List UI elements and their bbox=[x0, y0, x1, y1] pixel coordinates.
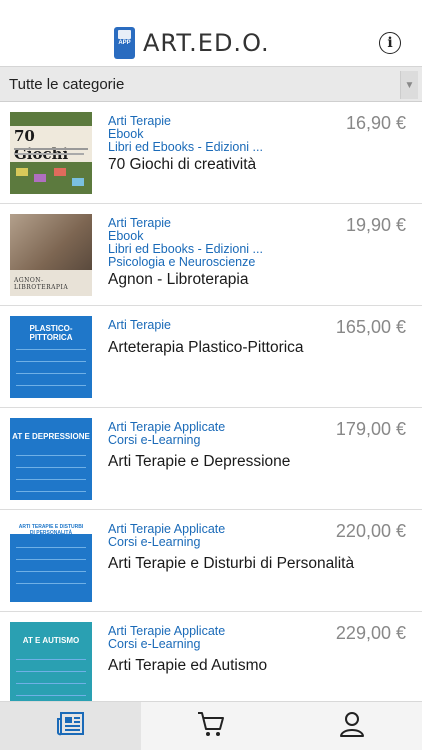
product-title: Arti Terapie e Disturbi di Personalità bbox=[108, 555, 355, 572]
product-thumbnail: AT E DEPRESSIONE bbox=[10, 418, 92, 500]
category-select[interactable]: Tutte le categorie ▼ bbox=[0, 66, 422, 102]
chevron-down-icon: ▼ bbox=[400, 71, 418, 99]
news-icon bbox=[56, 711, 86, 742]
product-categories: Arti Terapie Applicate Corsi e-Learning bbox=[108, 421, 328, 447]
product-title: Arti Terapie e Depressione bbox=[108, 453, 291, 470]
product-item[interactable]: AT E AUTISMO Arti Terapie Applicate Cors… bbox=[0, 612, 422, 714]
product-thumbnail: 70 Giochi bbox=[10, 112, 92, 194]
category-link[interactable]: Ebook bbox=[108, 128, 328, 141]
product-categories: Arti Terapie Applicate Corsi e-Learning bbox=[108, 625, 328, 651]
product-item[interactable]: AT E DEPRESSIONE Arti Terapie Applicate … bbox=[0, 408, 422, 510]
product-title: Agnon - Libroterapia bbox=[108, 271, 249, 288]
product-price: 229,00 € bbox=[335, 623, 406, 643]
product-thumbnail: AT E AUTISMO bbox=[10, 622, 92, 704]
product-thumbnail: ARTI TERAPIE E DISTURBI DI PERSONALITÀ bbox=[10, 520, 92, 602]
product-categories: Arti Terapie Ebook Libri ed Ebooks - Edi… bbox=[108, 217, 328, 269]
category-link[interactable]: Corsi e-Learning bbox=[108, 434, 328, 447]
info-icon[interactable]: i bbox=[379, 32, 401, 54]
category-link[interactable]: Arti Terapie Applicate bbox=[108, 421, 328, 434]
category-link[interactable]: Ebook bbox=[108, 230, 328, 243]
category-select-value: Tutte le categorie bbox=[9, 76, 125, 93]
product-thumbnail: AGNON-LIBROTERAPIA bbox=[10, 214, 92, 296]
product-categories: Arti Terapie bbox=[108, 319, 328, 332]
tab-news[interactable] bbox=[0, 702, 141, 750]
tab-account[interactable] bbox=[281, 702, 422, 750]
product-title: Arti Terapie ed Autismo bbox=[108, 657, 268, 674]
category-link[interactable]: Arti Terapie Applicate bbox=[108, 523, 328, 536]
product-price: 19,90 € bbox=[345, 215, 406, 235]
user-icon bbox=[338, 710, 366, 743]
product-item[interactable]: ARTI TERAPIE E DISTURBI DI PERSONALITÀ A… bbox=[0, 510, 422, 612]
app-header: APP ART.ED.O. i bbox=[0, 0, 422, 64]
product-price: 179,00 € bbox=[335, 419, 406, 439]
product-price: 16,90 € bbox=[345, 113, 406, 133]
bottom-tab-bar bbox=[0, 701, 422, 750]
cart-icon bbox=[196, 710, 226, 743]
category-link[interactable]: Corsi e-Learning bbox=[108, 638, 328, 651]
product-item[interactable]: PLASTICO-PITTORICA Arti Terapie Artetera… bbox=[0, 306, 422, 408]
product-title: 70 Giochi di creatività bbox=[108, 156, 257, 173]
category-link[interactable]: Libri ed Ebooks - Edizioni ... bbox=[108, 243, 328, 256]
category-link[interactable]: Psicologia e Neuroscienze bbox=[108, 256, 328, 269]
category-link[interactable]: Libri ed Ebooks - Edizioni ... bbox=[108, 141, 328, 154]
category-link[interactable]: Corsi e-Learning bbox=[108, 536, 328, 549]
product-item[interactable]: 70 Giochi Arti Terapie Ebook Libri ed Eb… bbox=[0, 102, 422, 204]
category-link[interactable]: Arti Terapie bbox=[108, 319, 328, 332]
product-price: 220,00 € bbox=[335, 521, 406, 541]
app-logo-icon: APP bbox=[114, 27, 135, 59]
product-categories: Arti Terapie Applicate Corsi e-Learning bbox=[108, 523, 328, 549]
product-item[interactable]: AGNON-LIBROTERAPIA Arti Terapie Ebook Li… bbox=[0, 204, 422, 306]
category-link[interactable]: Arti Terapie Applicate bbox=[108, 625, 328, 638]
tab-cart[interactable] bbox=[141, 702, 281, 750]
product-thumbnail: PLASTICO-PITTORICA bbox=[10, 316, 92, 398]
brand-logo: ART.ED.O. bbox=[143, 29, 270, 57]
category-link[interactable]: Arti Terapie bbox=[108, 217, 328, 230]
product-title: Arteterapia Plastico-Pittorica bbox=[108, 339, 304, 356]
category-link[interactable]: Arti Terapie bbox=[108, 115, 328, 128]
product-list: 70 Giochi Arti Terapie Ebook Libri ed Eb… bbox=[0, 102, 422, 714]
product-price: 165,00 € bbox=[335, 317, 406, 337]
product-categories: Arti Terapie Ebook Libri ed Ebooks - Edi… bbox=[108, 115, 328, 154]
